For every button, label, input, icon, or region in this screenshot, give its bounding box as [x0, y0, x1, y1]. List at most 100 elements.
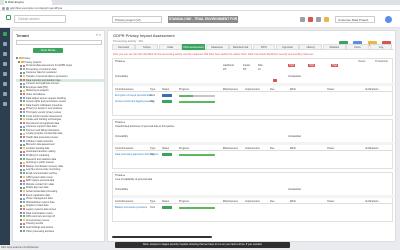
- notification-icon[interactable]: [308, 17, 313, 22]
- help-icon[interactable]: [300, 17, 305, 22]
- checkbox-icon[interactable]: [20, 215, 22, 218]
- view-mode-button[interactable]: View Mode: [33, 48, 63, 53]
- checkbox-icon[interactable]: [20, 140, 22, 143]
- checkbox-icon[interactable]: [20, 104, 22, 107]
- checkbox-icon[interactable]: [18, 60, 20, 63]
- checkbox-icon[interactable]: [20, 107, 22, 110]
- checkbox-icon[interactable]: [20, 86, 22, 89]
- tree-item[interactable]: Other processing activities: [16, 230, 104, 234]
- checkbox-icon[interactable]: [20, 136, 22, 139]
- threat-header[interactable]: Threat ●: [115, 121, 125, 124]
- checkbox-icon[interactable]: [20, 201, 22, 204]
- checkbox-icon[interactable]: [20, 68, 22, 71]
- checkbox-icon[interactable]: [20, 157, 22, 160]
- threat-section-2: Threat ● Unauthorised disclosure of pers…: [112, 119, 394, 169]
- checkbox-icon[interactable]: [20, 208, 22, 211]
- checkbox-icon[interactable]: [20, 190, 22, 193]
- tab-scope[interactable]: Scope: [135, 44, 159, 50]
- checkbox-icon[interactable]: [16, 57, 18, 60]
- checkbox-icon[interactable]: [20, 82, 22, 85]
- checkbox-icon[interactable]: [20, 226, 22, 229]
- checkbox-icon[interactable]: [20, 229, 22, 232]
- checkbox-icon[interactable]: [20, 64, 22, 67]
- horizontal-scrollbar[interactable]: [112, 236, 212, 238]
- checkbox-icon[interactable]: [20, 211, 22, 214]
- admin-icon[interactable]: [3, 102, 7, 106]
- tab-measures[interactable]: Measures: [205, 44, 229, 50]
- checkbox-icon[interactable]: [20, 111, 22, 114]
- tree-panel: Tenant ⟳ ≡ View Mode Privacy Privacy proj…: [12, 30, 105, 242]
- tab-risk-assessment[interactable]: Risk assessment: [182, 44, 206, 50]
- checkbox-icon[interactable]: [20, 89, 22, 92]
- reports-icon[interactable]: [3, 72, 7, 76]
- status-dot-icon: [23, 150, 25, 153]
- threat-header[interactable]: Threat ●: [115, 60, 125, 63]
- app-logo-icon[interactable]: [6, 15, 11, 20]
- search-input[interactable]: Global search: [14, 15, 66, 23]
- checkbox-icon[interactable]: [20, 219, 22, 222]
- checkbox-icon[interactable]: [20, 204, 22, 207]
- settings-icon[interactable]: [316, 17, 321, 22]
- tab-data[interactable]: Data: [158, 44, 182, 50]
- reload-icon[interactable]: [6, 6, 9, 10]
- checkbox-icon[interactable]: [20, 147, 22, 150]
- checkbox-icon[interactable]: [20, 161, 22, 164]
- checkbox-icon[interactable]: [20, 165, 22, 168]
- checkbox-icon[interactable]: [20, 100, 22, 103]
- home-icon[interactable]: [3, 32, 7, 36]
- tab-overview[interactable]: Overview: [112, 44, 135, 50]
- calendar-icon[interactable]: [3, 82, 7, 86]
- measure-row-1[interactable]: Encryption of stored personal data: [115, 94, 151, 97]
- checkbox-icon[interactable]: [20, 143, 22, 146]
- checkbox-icon[interactable]: [20, 193, 22, 196]
- tab-related[interactable]: Related: [322, 44, 346, 50]
- checkbox-icon[interactable]: [20, 118, 22, 121]
- checkbox-icon[interactable]: [20, 172, 22, 175]
- user-avatar[interactable]: [385, 16, 392, 23]
- tab-history[interactable]: History: [299, 44, 323, 50]
- checkbox-icon[interactable]: [20, 168, 22, 171]
- checkbox-icon[interactable]: [20, 122, 22, 125]
- tab-docs[interactable]: Docs: [346, 44, 370, 50]
- checkbox-icon[interactable]: [20, 75, 22, 78]
- project-select[interactable]: Privacy project (v2): [112, 16, 162, 23]
- checkbox-icon[interactable]: [20, 175, 22, 178]
- tree-search-input[interactable]: [16, 40, 102, 45]
- checkbox-icon[interactable]: [20, 186, 22, 189]
- dashboard-icon[interactable]: [3, 42, 7, 46]
- users-icon[interactable]: [3, 92, 7, 96]
- tasks-icon[interactable]: [3, 52, 7, 56]
- measure-row-2[interactable]: Access control and logging measures: [115, 100, 155, 103]
- checkbox-icon[interactable]: [20, 71, 22, 74]
- progress-bar: [179, 101, 215, 103]
- tab-dpo[interactable]: DPO: [252, 44, 276, 50]
- threat-header[interactable]: Threat ●: [115, 174, 125, 177]
- checkbox-icon[interactable]: [20, 150, 22, 153]
- tree-item-label: Training records: [26, 222, 44, 226]
- checkbox-icon[interactable]: [20, 197, 22, 200]
- checkbox-icon[interactable]: [20, 93, 22, 96]
- divider: [113, 142, 394, 145]
- checkbox-icon[interactable]: [20, 125, 22, 128]
- checkbox-icon[interactable]: [20, 78, 22, 81]
- threat-vuln-label: Threat/vuln: [375, 60, 388, 63]
- checkbox-icon[interactable]: [20, 114, 22, 117]
- checkbox-icon[interactable]: [20, 129, 22, 132]
- back-icon[interactable]: [2, 6, 5, 10]
- measure-row-1[interactable]: Backup and restore procedure: [115, 206, 147, 209]
- checkbox-icon[interactable]: [20, 154, 22, 157]
- documents-icon[interactable]: [3, 62, 7, 66]
- checkbox-icon[interactable]: [20, 132, 22, 135]
- tenant-select[interactable]: Customer Data Project: [335, 16, 375, 23]
- checkbox-icon[interactable]: [20, 183, 22, 186]
- tree-tools[interactable]: ⟳ ≡: [96, 33, 101, 37]
- checkbox-icon[interactable]: [20, 179, 22, 182]
- checkbox-icon[interactable]: [20, 96, 22, 99]
- tab-approval[interactable]: Approval: [275, 44, 299, 50]
- tab-residual-risk[interactable]: Residual risk: [229, 44, 252, 50]
- tab-log[interactable]: Log: [369, 44, 393, 50]
- flag-icon[interactable]: [324, 17, 329, 22]
- checkbox-icon[interactable]: [20, 222, 22, 225]
- tree-item-label: Annual privacy review: [26, 218, 50, 222]
- col-control: Control/measure: [115, 200, 134, 203]
